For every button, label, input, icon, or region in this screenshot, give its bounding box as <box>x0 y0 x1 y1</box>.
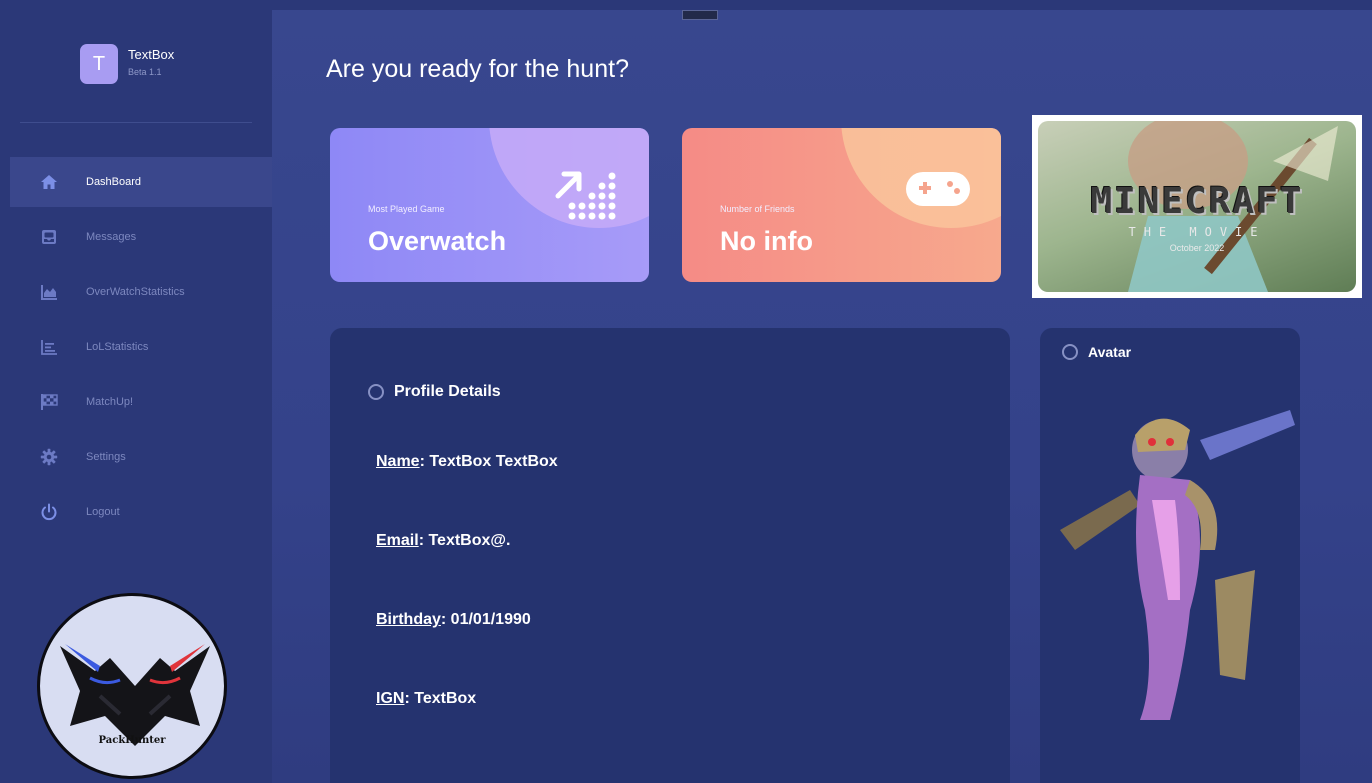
sidebar-item-lol-statistics[interactable]: LoLStatistics <box>10 322 272 372</box>
field-key: Email <box>376 532 419 549</box>
number-of-friends-card[interactable]: Number of Friends No info <box>682 128 1001 282</box>
movie-promo-banner[interactable]: MINECRAFT THE MOVIE October 2022 <box>1032 115 1362 298</box>
sidebar-item-label: Messages <box>86 231 137 243</box>
sidebar-item-overwatch-statistics[interactable]: OverWatchStatistics <box>10 267 272 317</box>
brand: T TextBox Beta 1.1 <box>80 44 174 84</box>
panel-title: Avatar <box>1088 344 1132 360</box>
promo-subtitle: THE MOVIE <box>1128 225 1266 239</box>
field-key: Birthday <box>376 611 441 628</box>
sidebar-nav: DashBoard Messages OverWatchStatistics L… <box>10 157 272 542</box>
sidebar-item-messages[interactable]: Messages <box>10 212 272 262</box>
sidebar-item-logout[interactable]: Logout <box>10 487 272 537</box>
sidebar-item-settings[interactable]: Settings <box>10 432 272 482</box>
sidebar-item-label: MatchUp! <box>86 396 134 408</box>
team-logo: PackHunter <box>37 593 227 779</box>
trend-dots-icon <box>555 171 616 220</box>
card-label: Number of Friends <box>720 204 795 214</box>
brand-version: Beta 1.1 <box>128 67 162 77</box>
field-value: : TextBox TextBox <box>419 453 558 470</box>
field-key: Name <box>376 453 420 470</box>
card-value: Overwatch <box>368 226 507 256</box>
power-icon <box>40 503 58 521</box>
wolves-emblem <box>60 644 210 746</box>
sidebar-item-dashboard[interactable]: DashBoard <box>10 157 272 207</box>
inbox-icon <box>40 228 58 246</box>
divider <box>20 122 252 123</box>
home-icon <box>40 173 58 191</box>
radio-ring-icon[interactable] <box>1062 344 1078 360</box>
profile-field-ign: IGN: TextBox <box>376 690 476 708</box>
profile-field-birthday: Birthday: 01/01/1990 <box>376 611 531 629</box>
sidebar-item-matchup[interactable]: MatchUp! <box>10 377 272 427</box>
gamepad-icon <box>906 172 970 206</box>
avatar-header: Avatar <box>1062 344 1131 360</box>
profile-details-header: Profile Details <box>368 383 501 401</box>
team-logo-text: PackHunter <box>98 735 166 746</box>
profile-details-panel: Profile Details Name: TextBox TextBox Em… <box>330 328 1010 783</box>
avatar-image <box>1060 410 1295 720</box>
promo-date: October 2022 <box>1169 243 1225 253</box>
app-window: T TextBox Beta 1.1 DashBoard Messages Ov… <box>10 10 1372 783</box>
radio-ring-icon[interactable] <box>368 384 384 400</box>
sidebar-item-label: Logout <box>86 506 120 518</box>
checkered-flag-icon <box>40 393 58 411</box>
bar-list-icon <box>40 338 58 356</box>
field-key: IGN <box>376 690 405 707</box>
brand-name: TextBox <box>128 47 175 62</box>
area-chart-icon <box>40 283 58 301</box>
avatar-panel: Avatar <box>1040 328 1300 783</box>
window-handle[interactable] <box>682 10 718 20</box>
sidebar: T TextBox Beta 1.1 DashBoard Messages Ov… <box>10 10 272 783</box>
field-value: : TextBox <box>404 690 477 707</box>
card-label: Most Played Game <box>368 204 445 214</box>
brand-logo: T <box>80 44 118 84</box>
movie-promo-image: MINECRAFT THE MOVIE October 2022 <box>1038 121 1356 292</box>
card-value: No info <box>720 226 813 256</box>
sidebar-item-label: DashBoard <box>86 176 142 188</box>
sidebar-item-label: LoLStatistics <box>86 341 149 353</box>
page-title: Are you ready for the hunt? <box>326 55 629 83</box>
sidebar-item-label: OverWatchStatistics <box>86 286 185 298</box>
sidebar-item-label: Settings <box>86 451 126 463</box>
field-value: : TextBox@. <box>418 532 511 549</box>
panel-title: Profile Details <box>394 383 501 400</box>
most-played-game-card[interactable]: Most Played Game Overwatch <box>330 128 649 282</box>
profile-field-name: Name: TextBox TextBox <box>376 453 558 471</box>
gear-icon <box>40 448 58 466</box>
field-value: : 01/01/1990 <box>440 611 531 628</box>
promo-title: MINECRAFT <box>1090 181 1304 222</box>
profile-field-email: Email: TextBox@. <box>376 532 510 550</box>
